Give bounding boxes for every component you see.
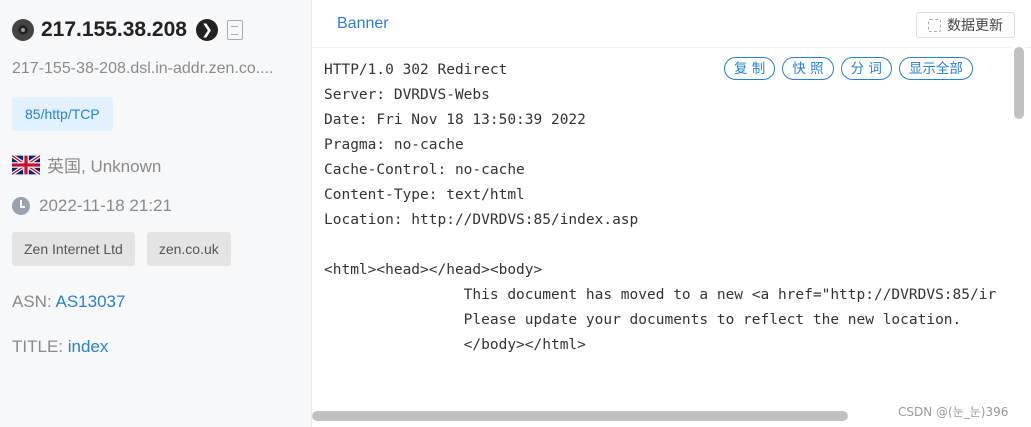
title-row: TITLE: index (12, 337, 108, 357)
refresh-label: 数据更新 (947, 18, 1003, 34)
show-all-button[interactable]: 显示全部 (898, 57, 973, 80)
tab-banner[interactable]: Banner (337, 15, 389, 33)
asn-label: ASN: (12, 292, 52, 311)
timestamp: 2022-11-18 21:21 (39, 196, 172, 215)
banner-line: Location: http://DVRDVS:85/index.asp (324, 212, 639, 228)
copy-button[interactable]: 复 制 (724, 57, 776, 80)
ip-address[interactable]: 217.155.38.208 (41, 18, 187, 42)
vertical-scrollbar-thumb[interactable] (1014, 47, 1024, 119)
refresh-icon (928, 18, 941, 32)
banner-line: Date: Fri Nov 18 13:50:39 2022 (324, 112, 586, 128)
banner-line: HTTP/1.0 302 Redirect (324, 62, 508, 78)
watermark: CSDN @(눈_눈)396 (898, 405, 1009, 419)
copy-icon[interactable] (226, 20, 243, 40)
horizontal-scrollbar-thumb[interactable] (312, 411, 848, 421)
org-tag[interactable]: Zen Internet Ltd (12, 232, 135, 266)
asn-row: ASN: AS13037 (12, 292, 125, 312)
banner-line: Cache-Control: no-cache (324, 162, 525, 178)
asn-link[interactable]: AS13037 (55, 292, 125, 311)
time-row: 2022-11-18 21:21 (12, 196, 172, 216)
banner-line: Please update your documents to reflect … (324, 312, 962, 328)
title-label: TITLE: (12, 337, 64, 356)
refresh-data-button[interactable]: 数据更新 (916, 12, 1015, 38)
port-tag[interactable]: 85/http/TCP (12, 97, 113, 131)
tokenize-button[interactable]: 分 词 (840, 57, 892, 80)
banner-actions: 复 制 快 照 分 词 显示全部 (724, 57, 980, 80)
go-arrow-icon[interactable]: ❯ (195, 19, 218, 41)
org-tags: Zen Internet Ltd zen.co.uk (12, 232, 243, 266)
hostname: 217-155-38-208.dsl.in-addr.zen.co.... (12, 60, 274, 77)
banner-panel: Banner 数据更新 HTTP/1.0 302 Redirect Server… (311, 0, 1031, 427)
banner-line: Content-Type: text/html (324, 187, 525, 203)
location-text: 英国, Unknown (47, 157, 162, 176)
ip-row: 217.155.38.208 ❯ (12, 18, 243, 42)
tab-bar: Banner 数据更新 (312, 0, 1031, 48)
clock-icon (12, 197, 30, 215)
banner-line: Pragma: no-cache (324, 137, 464, 153)
domain-tag[interactable]: zen.co.uk (146, 232, 231, 266)
uk-flag-icon (12, 154, 40, 175)
banner-line: Server: DVRDVS-Webs (324, 87, 490, 103)
host-info-panel: 217.155.38.208 ❯ 217-155-38-208.dsl.in-a… (0, 0, 311, 427)
title-link[interactable]: index (68, 337, 109, 356)
banner-line: This document has moved to a new <a href… (324, 287, 997, 303)
banner-line: <html><head></head><body> (324, 262, 543, 278)
camera-icon (12, 19, 34, 41)
banner-line: </body></html> (324, 337, 586, 353)
location-row: 英国, Unknown (12, 152, 161, 177)
snapshot-button[interactable]: 快 照 (782, 57, 834, 80)
banner-content: HTTP/1.0 302 Redirect Server: DVRDVS-Web… (312, 48, 1012, 378)
